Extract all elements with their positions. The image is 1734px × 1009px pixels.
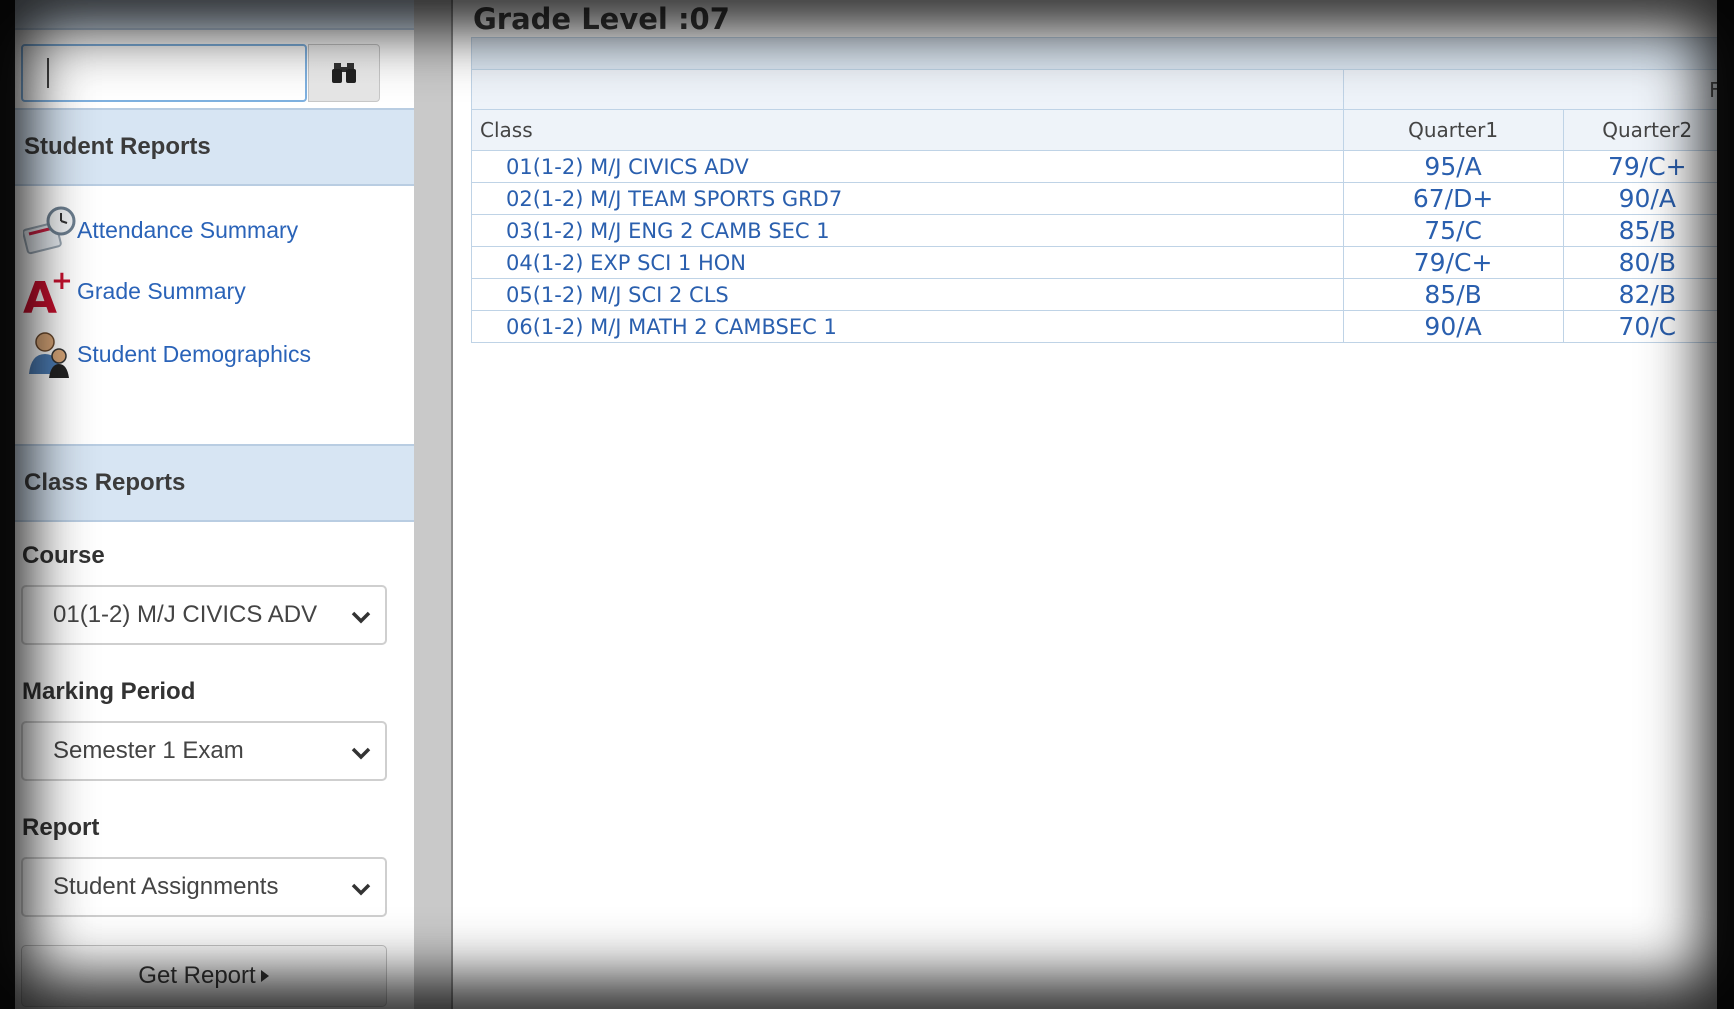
quarter2-grade[interactable]: 85/B	[1562, 214, 1717, 247]
quarter2-grade[interactable]: 70/C	[1562, 310, 1717, 343]
class-link[interactable]: 01(1-2) M/J CIVICS ADV	[471, 150, 1344, 183]
quarter1-grade[interactable]: 90/A	[1342, 310, 1564, 343]
chevron-down-icon	[351, 883, 371, 896]
column-header-class: Class	[471, 109, 1344, 151]
quarter1-grade[interactable]: 79/C+	[1342, 246, 1564, 279]
student-demographics-link[interactable]: Student Demographics	[23, 328, 311, 380]
class-link[interactable]: 04(1-2) EXP SCI 1 HON	[471, 246, 1344, 279]
table-top-band	[471, 37, 1717, 70]
course-select-value: 01(1-2) M/J CIVICS ADV	[53, 601, 318, 628]
main-content: Grade Level :07 Fa Class Quarter1 Quarte…	[453, 0, 1717, 1009]
binoculars-icon	[332, 63, 356, 83]
table-row: 05(1-2) M/J SCI 2 CLS 85/B 82/B	[471, 278, 1717, 311]
marking-period-select[interactable]: Semester 1 Exam	[21, 721, 387, 781]
svg-text:+: +	[51, 266, 73, 296]
table-row: 02(1-2) M/J TEAM SPORTS GRD7 67/D+ 90/A	[471, 182, 1717, 215]
sidebar: Student Reports Attendance Summary A + G…	[15, 0, 414, 1009]
marking-period-select-value: Semester 1 Exam	[53, 737, 244, 764]
table-row: 01(1-2) M/J CIVICS ADV 95/A 79/C+	[471, 150, 1717, 183]
quarter1-grade[interactable]: 85/B	[1342, 278, 1564, 311]
table-row: 06(1-2) M/J MATH 2 CAMBSEC 1 90/A 70/C	[471, 310, 1717, 343]
attendance-summary-link[interactable]: Attendance Summary	[22, 204, 299, 256]
table-header-row: Class Quarter1 Quarter2	[471, 109, 1717, 151]
table-row: 04(1-2) EXP SCI 1 HON 79/C+ 80/B	[471, 246, 1717, 279]
report-label: Report	[22, 814, 100, 841]
student-reports-header: Student Reports	[15, 108, 414, 186]
chevron-down-icon	[351, 747, 371, 760]
grade-level-title: Grade Level :07	[473, 2, 730, 36]
sidebar-top-band	[15, 0, 414, 30]
grade-summary-link[interactable]: A + Grade Summary	[23, 265, 246, 324]
clock-calendar-icon	[22, 204, 77, 256]
caret-right-icon	[260, 970, 269, 982]
quarter2-grade[interactable]: 82/B	[1562, 278, 1717, 311]
grades-table: Fa Class Quarter1 Quarter2 01(1-2) M/J C…	[471, 37, 1717, 343]
term-group-header: Fa	[1342, 69, 1717, 110]
marking-period-label: Marking Period	[22, 678, 196, 705]
class-link[interactable]: 05(1-2) M/J SCI 2 CLS	[471, 278, 1344, 311]
class-link[interactable]: 03(1-2) M/J ENG 2 CAMB SEC 1	[471, 214, 1344, 247]
get-report-button[interactable]: Get Report	[21, 945, 387, 1007]
people-icon	[23, 328, 77, 380]
column-header-quarter2: Quarter2	[1562, 109, 1717, 151]
class-link[interactable]: 06(1-2) M/J MATH 2 CAMBSEC 1	[471, 310, 1344, 343]
class-reports-header: Class Reports	[15, 444, 414, 522]
get-report-label: Get Report	[138, 962, 256, 989]
table-row: 03(1-2) M/J ENG 2 CAMB SEC 1 75/C 85/B	[471, 214, 1717, 247]
course-label: Course	[22, 542, 105, 569]
search-input[interactable]	[21, 44, 307, 102]
search-button[interactable]	[308, 44, 380, 102]
quarter1-grade[interactable]: 67/D+	[1342, 182, 1564, 215]
chevron-down-icon	[351, 611, 371, 624]
grade-summary-label: Grade Summary	[77, 277, 246, 304]
course-select[interactable]: 01(1-2) M/J CIVICS ADV	[21, 585, 387, 645]
quarter2-grade[interactable]: 79/C+	[1562, 150, 1717, 183]
a-plus-icon: A +	[23, 265, 77, 324]
student-demographics-label: Student Demographics	[77, 340, 311, 367]
panel-splitter[interactable]	[414, 0, 453, 1009]
report-select-value: Student Assignments	[53, 873, 279, 900]
report-select[interactable]: Student Assignments	[21, 857, 387, 917]
quarter1-grade[interactable]: 75/C	[1342, 214, 1564, 247]
table-group-row: Fa	[471, 69, 1717, 110]
attendance-summary-label: Attendance Summary	[77, 216, 299, 243]
class-link[interactable]: 02(1-2) M/J TEAM SPORTS GRD7	[471, 182, 1344, 215]
text-caret	[47, 58, 49, 88]
quarter2-grade[interactable]: 90/A	[1562, 182, 1717, 215]
column-header-quarter1: Quarter1	[1342, 109, 1564, 151]
quarter2-grade[interactable]: 80/B	[1562, 246, 1717, 279]
quarter1-grade[interactable]: 95/A	[1342, 150, 1564, 183]
